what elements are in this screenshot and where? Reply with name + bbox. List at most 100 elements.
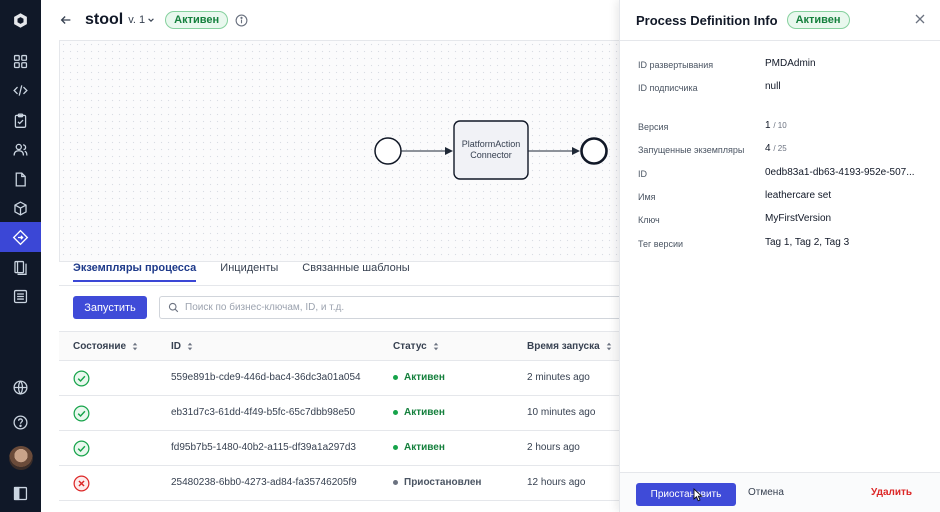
- suspend-button[interactable]: Приостановить: [636, 483, 736, 506]
- table-header: Состояние ID Статус Время запуска: [59, 331, 619, 361]
- start-event[interactable]: [374, 137, 402, 165]
- tab-incidents[interactable]: Инциденты: [220, 262, 278, 280]
- table-row[interactable]: fd95b7b5-1480-40b2-a115-df39a1a297d3 Акт…: [59, 431, 619, 466]
- globe-icon[interactable]: [0, 372, 41, 402]
- tab-process-instances[interactable]: Экземпляры процесса: [73, 262, 197, 282]
- table-row[interactable]: 25480238-6bb0-4273-ad84-fa35746205f9 При…: [59, 466, 619, 501]
- panel-toggle-icon[interactable]: [0, 478, 41, 508]
- field-deployment-id: ID развертывания PMDAdmin: [638, 58, 928, 74]
- status-text: Приостановлен: [404, 477, 482, 488]
- status-badge: Активен: [786, 11, 850, 29]
- cancel-button[interactable]: Отмена: [748, 487, 784, 498]
- info-icon[interactable]: [235, 14, 248, 27]
- field-id: ID 0edb83a1-db63-4193-952e-507...: [638, 167, 928, 183]
- instance-id[interactable]: fd95b7b5-1480-40b2-a115-df39a1a297d3: [171, 442, 356, 453]
- help-icon[interactable]: [0, 407, 41, 437]
- field-version: Версия 1 / 10: [638, 120, 928, 136]
- instance-id[interactable]: 25480238-6bb0-4273-ad84-fa35746205f9: [171, 477, 357, 488]
- column-label: ID: [171, 341, 181, 352]
- book-icon[interactable]: [0, 252, 41, 282]
- instances-table: Состояние ID Статус Время запуска 559e89…: [59, 331, 619, 501]
- page-title: stool: [85, 11, 124, 28]
- version-number: 1: [765, 120, 771, 131]
- field-running-instances: Запущенные экземпляры 4 / 25: [638, 143, 928, 159]
- version-select[interactable]: v. 1: [128, 14, 155, 26]
- check-circle-icon: [73, 405, 90, 422]
- field-value: 4 / 25: [765, 143, 925, 154]
- column-header-id[interactable]: ID: [171, 341, 193, 352]
- status-cell: Активен: [393, 372, 445, 383]
- sort-icon: [433, 342, 438, 351]
- version-label: v. 1: [128, 14, 146, 26]
- users-icon[interactable]: [0, 134, 41, 164]
- end-event[interactable]: [580, 137, 608, 165]
- status-dot: [393, 375, 398, 380]
- status-cell: Активен: [393, 407, 445, 418]
- check-circle-icon: [73, 370, 90, 387]
- list-icon[interactable]: [0, 281, 41, 311]
- instances-number: 4: [765, 143, 771, 154]
- run-button[interactable]: Запустить: [73, 296, 147, 319]
- chevron-down-icon: [148, 18, 154, 22]
- task-label-line: PlatformAction: [461, 139, 521, 149]
- column-label: Статус: [393, 341, 427, 352]
- search-box[interactable]: [159, 296, 619, 319]
- close-icon[interactable]: [914, 13, 926, 25]
- sort-icon: [187, 342, 193, 351]
- code-icon[interactable]: [0, 75, 41, 105]
- column-header-state[interactable]: Состояние: [73, 341, 138, 352]
- search-input[interactable]: [185, 302, 585, 313]
- field-label: Запущенные экземпляры: [638, 145, 745, 155]
- status-text: Активен: [404, 442, 445, 453]
- logo-icon[interactable]: [0, 4, 41, 36]
- field-label: ID подписчика: [638, 83, 698, 93]
- tab-related-templates[interactable]: Связанные шаблоны: [302, 262, 409, 280]
- field-subscriber-id: ID подписчика null: [638, 81, 928, 97]
- instance-id[interactable]: eb31d7c3-61dd-4f49-b5fc-65c7dbb98e50: [171, 407, 355, 418]
- start-time: 10 minutes ago: [527, 407, 596, 418]
- status-cell: Приостановлен: [393, 477, 481, 488]
- grid-icon[interactable]: [0, 46, 41, 76]
- task-label-line: Connector: [470, 150, 512, 160]
- avatar: [8, 446, 33, 470]
- sort-icon: [606, 342, 611, 351]
- status-dot: [393, 445, 398, 450]
- field-value: null: [765, 81, 781, 92]
- delete-button[interactable]: Удалить: [871, 487, 912, 498]
- field-label: Тег версии: [638, 239, 684, 249]
- table-row[interactable]: 559e891b-cde9-446d-bac4-36dc3a01a054 Акт…: [59, 361, 619, 396]
- column-header-start-time[interactable]: Время запуска: [527, 341, 612, 352]
- field-value: Tag 1, Tag 2, Tag 3: [765, 237, 850, 248]
- clipboard-icon[interactable]: [0, 105, 41, 135]
- field-value: leathercare set: [765, 190, 832, 201]
- field-label: Версия: [638, 122, 669, 132]
- field-value: PMDAdmin: [765, 58, 816, 69]
- cube-icon[interactable]: [0, 193, 41, 223]
- table-row[interactable]: eb31d7c3-61dd-4f49-b5fc-65c7dbb98e50 Акт…: [59, 396, 619, 431]
- field-version-tag: Тег версии Tag 1, Tag 2, Tag 3: [638, 237, 928, 253]
- field-name: Имя leathercare set: [638, 190, 928, 206]
- field-key: Ключ MyFirstVersion: [638, 213, 928, 229]
- diagram-canvas[interactable]: PlatformAction Connector: [59, 40, 619, 262]
- back-arrow-icon[interactable]: [59, 12, 75, 28]
- divider: [620, 40, 940, 41]
- instances-total: / 25: [773, 144, 787, 153]
- process-icon[interactable]: [0, 222, 41, 252]
- column-label: Состояние: [73, 341, 127, 352]
- panel-header: Process Definition Info Активен: [620, 0, 940, 40]
- avatar-button[interactable]: [0, 443, 41, 473]
- panel-footer: Приостановить Отмена Удалить: [620, 472, 940, 512]
- column-header-status[interactable]: Статус: [393, 341, 439, 352]
- panel-title: Process Definition Info: [636, 12, 778, 28]
- instance-id[interactable]: 559e891b-cde9-446d-bac4-36dc3a01a054: [171, 372, 361, 383]
- status-badge: Активен: [165, 11, 229, 29]
- field-label: ID развертывания: [638, 60, 714, 70]
- file-icon[interactable]: [0, 164, 41, 194]
- main-header: stool v. 1 Активен: [41, 0, 619, 40]
- start-time: 12 hours ago: [527, 477, 586, 488]
- status-text: Активен: [404, 407, 445, 418]
- status-cell: Активен: [393, 442, 445, 453]
- check-circle-icon: [73, 440, 90, 457]
- field-label: ID: [638, 169, 647, 179]
- field-value[interactable]: 0edb83a1-db63-4193-952e-507...: [765, 167, 925, 178]
